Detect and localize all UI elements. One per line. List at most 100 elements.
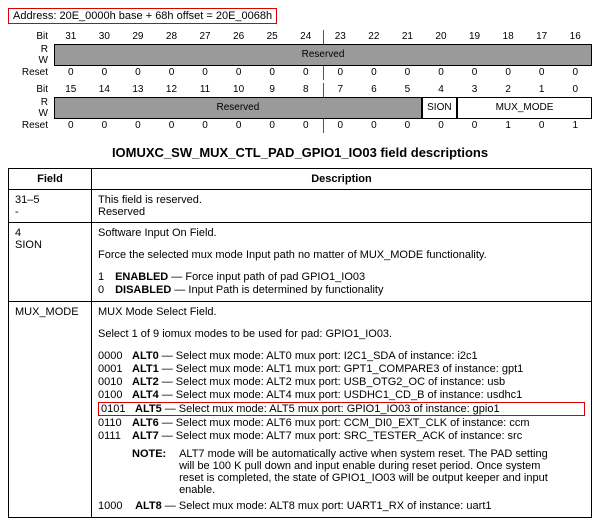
mux-alt-option: 0101ALT5 — Select mux mode: ALT5 mux por… xyxy=(98,402,585,416)
label-bit: Bit xyxy=(8,30,54,44)
alt-name: ALT7 xyxy=(132,430,159,442)
field-name: - xyxy=(15,206,85,218)
bit-number: 1 xyxy=(525,83,559,97)
reset-bit: 0 xyxy=(391,119,425,133)
alt-name: ALT5 xyxy=(135,403,162,415)
label-w: W xyxy=(39,55,48,66)
alt-text: — Select mux mode: ALT0 mux port: I2C1_S… xyxy=(159,350,478,362)
bit-number: 15 xyxy=(54,83,88,97)
reset-bit: 0 xyxy=(222,119,256,133)
desc-line: This field is reserved. xyxy=(98,194,585,206)
bit-number: 3 xyxy=(458,83,492,97)
reset-bit: 0 xyxy=(525,119,559,133)
reset-bit: 1 xyxy=(558,119,592,133)
reset-bit: 0 xyxy=(255,66,289,80)
bit-number: 28 xyxy=(155,30,189,44)
alt-text: — Select mux mode: ALT7 mux port: SRC_TE… xyxy=(159,430,523,442)
label-w: W xyxy=(39,108,48,119)
bit-number: 22 xyxy=(357,30,391,44)
bit-number: 13 xyxy=(121,83,155,97)
col-description: Description xyxy=(92,169,592,190)
alt-text: — Select mux mode: ALT1 mux port: GPT1_C… xyxy=(159,363,524,375)
reset-bit: 0 xyxy=(525,66,559,80)
field-range: 31–5 xyxy=(15,194,85,206)
mux-alt-option: 0111ALT7 — Select mux mode: ALT7 mux por… xyxy=(98,430,585,442)
bit-number: 27 xyxy=(188,30,222,44)
reset-bit: 0 xyxy=(424,119,458,133)
reset-bit: 0 xyxy=(188,66,222,80)
reset-bit: 0 xyxy=(255,119,289,133)
reset-bit: 0 xyxy=(88,66,122,80)
alt-name: ALT0 xyxy=(132,350,159,362)
table-row: MUX_MODE MUX Mode Select Field. Select 1… xyxy=(9,302,592,518)
field-description-table: Field Description 31–5 - This field is r… xyxy=(8,168,592,518)
bit-number: 31 xyxy=(54,30,88,44)
label-reset: Reset xyxy=(8,66,54,80)
reset-bit: 0 xyxy=(323,66,358,80)
reset-bit: 1 xyxy=(491,119,525,133)
label-bit: Bit xyxy=(8,83,54,97)
alt-text: — Select mux mode: ALT5 mux port: GPIO1_… xyxy=(162,403,500,415)
note-text: ALT7 mode will be automatically active w… xyxy=(179,448,559,496)
bit-number: 0 xyxy=(558,83,592,97)
alt-code: 0010 xyxy=(98,376,132,388)
reset-bit: 0 xyxy=(222,66,256,80)
opt-name: DISABLED xyxy=(115,284,171,296)
bit-number: 30 xyxy=(88,30,122,44)
alt-code: 0001 xyxy=(98,363,132,375)
note-label: NOTE: xyxy=(132,448,176,460)
bit-number: 19 xyxy=(458,30,492,44)
alt-code: 0100 xyxy=(98,389,132,401)
bitfield-upper: Bit 31302928272625242322212019181716 R W… xyxy=(8,30,592,80)
bit-number: 12 xyxy=(155,83,189,97)
mux-alt-option: 0010ALT2 — Select mux mode: ALT2 mux por… xyxy=(98,376,585,388)
reset-bit: 0 xyxy=(424,66,458,80)
label-reset: Reset xyxy=(8,119,54,133)
bit-number: 25 xyxy=(255,30,289,44)
label-r: R xyxy=(41,97,48,108)
table-title: IOMUXC_SW_MUX_CTL_PAD_GPIO1_IO03 field d… xyxy=(8,145,592,160)
table-row: 4 SION Software Input On Field. Force th… xyxy=(9,223,592,302)
bit-number: 11 xyxy=(188,83,222,97)
reset-bit: 0 xyxy=(121,119,155,133)
alt-code: 0000 xyxy=(98,350,132,362)
bit-number: 5 xyxy=(391,83,425,97)
bit-number: 18 xyxy=(491,30,525,44)
reset-bit: 0 xyxy=(289,66,323,80)
bit-number: 17 xyxy=(525,30,559,44)
reserved-field-upper: Reserved xyxy=(54,44,592,66)
field-name: SION xyxy=(15,239,85,251)
desc-sub: Force the selected mux mode Input path n… xyxy=(98,249,585,261)
bit-number: 29 xyxy=(121,30,155,44)
mux-alt-option: 0110ALT6 — Select mux mode: ALT6 mux por… xyxy=(98,417,585,429)
alt-name: ALT2 xyxy=(132,376,159,388)
reset-bit: 0 xyxy=(88,119,122,133)
reset-bit: 0 xyxy=(323,119,358,133)
sion-field: SION xyxy=(422,97,457,119)
reset-bit: 0 xyxy=(155,66,189,80)
mux-alt-option: 0001ALT1 — Select mux mode: ALT1 mux por… xyxy=(98,363,585,375)
label-r: R xyxy=(41,44,48,55)
field-range: 4 xyxy=(15,227,85,239)
reset-bit: 0 xyxy=(357,119,391,133)
desc-line: Reserved xyxy=(98,206,585,218)
alt-code: 0110 xyxy=(98,417,132,429)
bit-number: 21 xyxy=(391,30,425,44)
reset-bit: 0 xyxy=(54,66,88,80)
reset-bit: 0 xyxy=(155,119,189,133)
mux-alt-option: 0100ALT4 — Select mux mode: ALT4 mux por… xyxy=(98,389,585,401)
bit-number: 23 xyxy=(323,30,358,44)
alt-name: ALT1 xyxy=(132,363,159,375)
bit-number: 10 xyxy=(222,83,256,97)
reset-bit: 0 xyxy=(491,66,525,80)
register-address: Address: 20E_0000h base + 68h offset = 2… xyxy=(8,8,277,24)
alt-name: ALT6 xyxy=(132,417,159,429)
reserved-field-lower: Reserved xyxy=(54,97,422,119)
opt-text: — Force input path of pad GPIO1_IO03 xyxy=(168,271,365,283)
bit-number: 4 xyxy=(424,83,458,97)
mux-mode-field: MUX_MODE xyxy=(457,97,592,119)
opt-name: ENABLED xyxy=(115,271,168,283)
bitfield-lower: Bit 1514131211109876543210 R W Reserved … xyxy=(8,83,592,133)
bit-number: 6 xyxy=(357,83,391,97)
alt-text: — Select mux mode: ALT4 mux port: USDHC1… xyxy=(159,389,523,401)
